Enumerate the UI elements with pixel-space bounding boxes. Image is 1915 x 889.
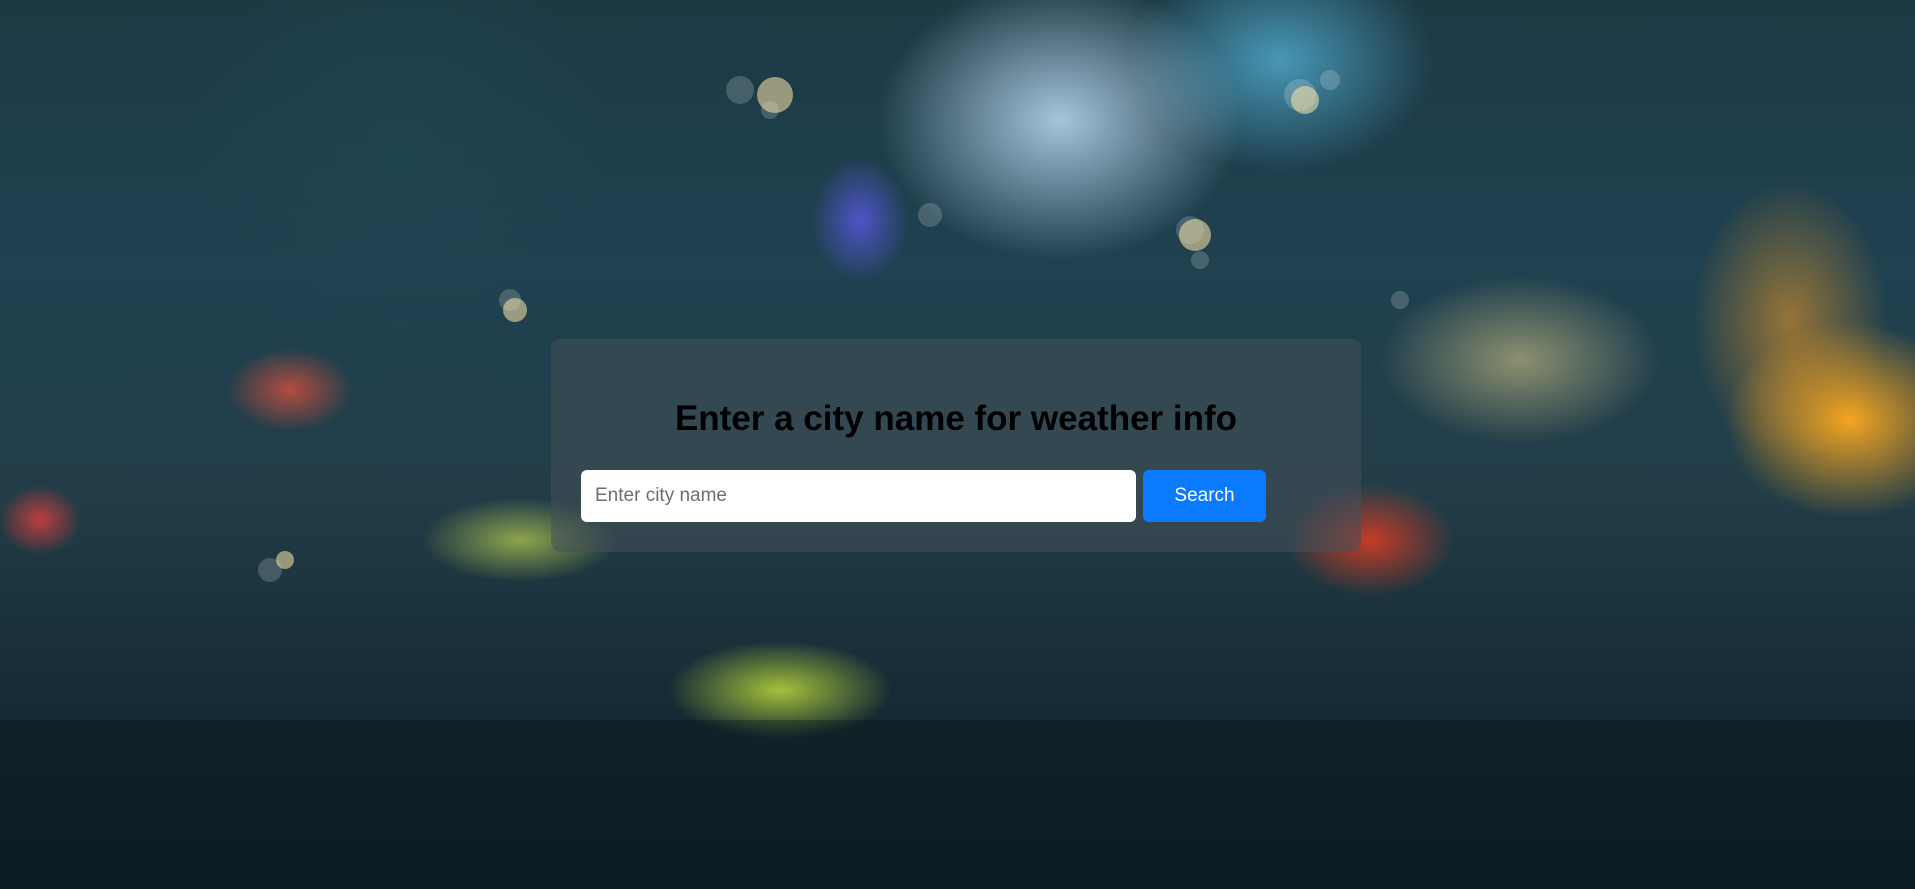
weather-search-card: Enter a city name for weather info Searc… <box>551 339 1361 552</box>
page-title: Enter a city name for weather info <box>674 399 1238 438</box>
city-search-input[interactable] <box>581 470 1136 522</box>
search-form: Search <box>581 470 1266 522</box>
search-button[interactable]: Search <box>1143 470 1266 522</box>
